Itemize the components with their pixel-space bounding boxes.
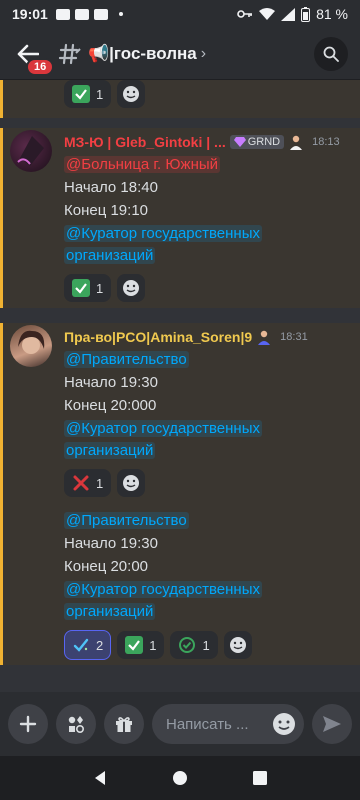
message-line: Конец 20:000 (64, 397, 157, 414)
key-icon (237, 10, 253, 18)
reactions: 1 (64, 469, 146, 497)
smile-icon (229, 637, 246, 653)
server-tag[interactable]: GRND (229, 135, 285, 149)
reactions: 2 1 1 (64, 630, 252, 660)
role-mention[interactable]: организаций (64, 247, 156, 264)
channel-header: 16 📢|гос-волна › (0, 28, 360, 80)
smile-icon (123, 280, 140, 296)
unread-badge: 16 (26, 57, 55, 76)
reaction-check[interactable]: 1 (64, 274, 112, 302)
nav-back-icon[interactable] (92, 770, 108, 786)
add-reaction-button[interactable] (117, 80, 146, 108)
signal-icon (281, 7, 296, 21)
smile-icon (123, 475, 140, 491)
youtube-icon (74, 8, 89, 20)
username[interactable]: МЗ-Ю | Gleb_Gintoki | ... (64, 134, 226, 150)
dot-icon (118, 12, 123, 16)
message-time: 18:13 (312, 136, 340, 148)
reaction-count: 1 (96, 280, 104, 296)
message-line: Начало 18:40 (64, 179, 158, 196)
message-line: Конец 19:10 (64, 202, 149, 219)
apps-icon (68, 716, 85, 734)
role-mention[interactable]: @Куратор государственных (64, 581, 262, 598)
avatar-image (17, 136, 44, 166)
channel-name[interactable]: 📢|гос-волна (88, 44, 197, 64)
add-attachment-button[interactable] (8, 704, 48, 744)
message-line: Начало 19:30 (64, 535, 158, 552)
search-button[interactable] (314, 36, 348, 71)
message-list: 1 МЗ-Ю | Gleb_Gintoki | ... GRND 18:13 @… (0, 80, 360, 692)
role-mention[interactable]: @Куратор государственных (64, 225, 262, 242)
reaction-count: 2 (96, 637, 104, 653)
reactions: 1 (64, 274, 146, 302)
reaction-check[interactable]: 1 (64, 80, 112, 108)
back-button[interactable]: 16 (12, 38, 55, 76)
check-mark-icon (72, 279, 90, 297)
status-bar: 19:01 81 % (0, 0, 360, 28)
role-mention[interactable]: организаций (64, 603, 156, 620)
mail-icon (55, 8, 70, 20)
battery-level: 81 % (316, 6, 348, 22)
role-mention[interactable]: @Куратор государственных (64, 420, 262, 437)
message-header: Пра-во|PCO|Amina_Soren|9 18:31 (64, 329, 308, 345)
gem-icon (233, 137, 246, 147)
message-input-wrapper (152, 704, 304, 744)
reactions-top: 1 (64, 80, 146, 108)
username[interactable]: Пра-во|PCO|Amina_Soren|9 (64, 329, 252, 345)
message-composer (0, 692, 360, 756)
add-reaction-button[interactable] (117, 274, 146, 302)
send-icon (323, 716, 341, 732)
avatar[interactable] (10, 325, 52, 367)
message-line: Начало 19:30 (64, 374, 158, 391)
youtube-icon-2 (93, 8, 108, 20)
reaction-count: 1 (202, 637, 210, 653)
wifi-icon (259, 7, 276, 20)
nav-home-icon[interactable] (172, 770, 188, 786)
role-mention[interactable]: @Правительство (64, 512, 189, 529)
search-icon (323, 46, 339, 62)
reaction-custom-check[interactable]: 2 (64, 630, 112, 660)
message-highlight-2 (0, 323, 360, 665)
thread-hash-icon (58, 43, 81, 64)
verified-circle-icon (179, 637, 196, 653)
avatar[interactable] (10, 130, 52, 172)
avatar-image (18, 330, 45, 354)
reaction-count: 1 (96, 475, 104, 491)
add-reaction-button[interactable] (117, 469, 146, 497)
role-mention[interactable]: @Больница г. Южный (64, 156, 221, 173)
checkmark-sparkle-icon (73, 638, 89, 652)
role-mention[interactable]: @Правительство (64, 351, 189, 368)
smile-icon (123, 86, 140, 102)
role-mention[interactable]: организаций (64, 442, 156, 459)
apps-button[interactable] (56, 704, 96, 744)
emoji-picker-icon[interactable] (272, 712, 296, 736)
check-mark-icon (72, 85, 90, 103)
reaction-check[interactable]: 1 (117, 631, 165, 659)
gift-button[interactable] (104, 704, 144, 744)
add-reaction-button[interactable] (223, 631, 252, 659)
send-button[interactable] (312, 704, 352, 744)
check-mark-icon (125, 636, 144, 654)
reaction-cross[interactable]: 1 (64, 469, 112, 497)
server-tag-label: GRND (247, 136, 281, 148)
message-header: МЗ-Ю | Gleb_Gintoki | ... GRND 18:13 (64, 134, 340, 150)
message-time: 18:31 (280, 331, 308, 343)
nav-recents-icon[interactable] (252, 770, 268, 786)
official-person-icon (258, 330, 271, 345)
cross-mark-icon (73, 475, 89, 491)
battery-icon (301, 6, 311, 22)
message-line: Конец 20:00 (64, 558, 149, 575)
message-input[interactable] (166, 715, 272, 733)
reaction-count: 1 (96, 86, 104, 102)
chevron-right-icon[interactable]: › (201, 45, 206, 63)
message-highlight-top (0, 80, 360, 118)
system-nav-bar (0, 756, 360, 800)
doctor-icon (290, 135, 303, 150)
status-time: 19:01 (12, 6, 48, 22)
gift-icon (116, 717, 132, 732)
reaction-count: 1 (149, 637, 157, 653)
plus-icon (19, 715, 37, 733)
reaction-verified[interactable]: 1 (170, 631, 218, 659)
